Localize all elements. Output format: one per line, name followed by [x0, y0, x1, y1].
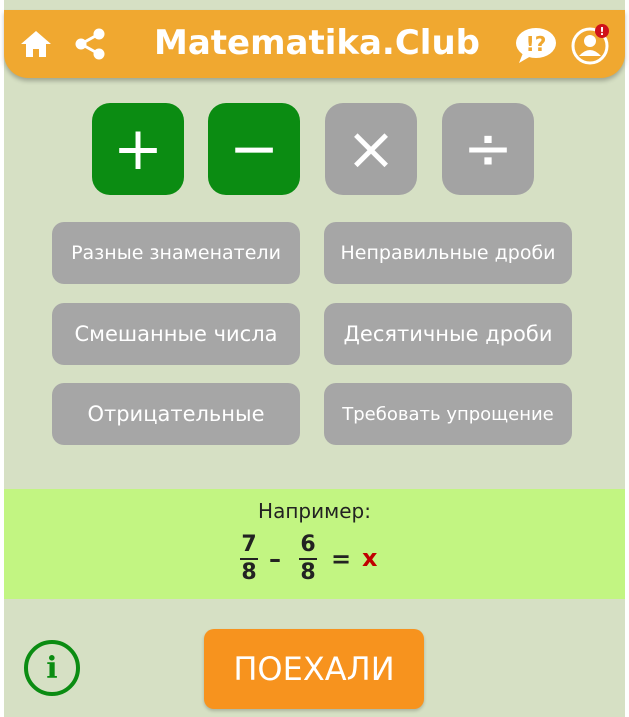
minus-operation-button[interactable]: −	[208, 103, 300, 195]
home-icon[interactable]	[18, 28, 54, 60]
notification-badge: !	[599, 25, 604, 38]
divide-operation-button[interactable]: ÷	[442, 103, 534, 195]
fraction-1-numerator: 7	[241, 532, 257, 557]
header-bar: Matematika.Club !? !	[4, 10, 625, 78]
svg-text:!?: !?	[526, 32, 547, 56]
app-title[interactable]: Matematika.Club	[154, 23, 480, 63]
option-different-denominators[interactable]: Разные знаменатели	[52, 222, 300, 284]
app-frame: Matematika.Club !? ! + − × ÷ Разные знам…	[4, 0, 625, 717]
option-negative[interactable]: Отрицательные	[52, 383, 300, 445]
option-mixed-numbers[interactable]: Смешанные числа	[52, 303, 300, 365]
example-fraction-2: 6 8	[299, 533, 317, 585]
fraction-1-denominator: 8	[241, 560, 257, 585]
fraction-2-denominator: 8	[300, 560, 316, 585]
example-fraction-1: 7 8	[240, 533, 258, 585]
minus-icon: −	[228, 114, 280, 184]
start-button[interactable]: ПОЕХАЛИ	[204, 629, 424, 709]
multiply-operation-button[interactable]: ×	[325, 103, 417, 195]
plus-icon: +	[112, 114, 164, 184]
share-icon[interactable]	[70, 26, 110, 62]
plus-operation-button[interactable]: +	[92, 103, 184, 195]
option-decimal-fractions[interactable]: Десятичные дроби	[324, 303, 572, 365]
help-icon[interactable]: !?	[512, 24, 560, 66]
divide-icon: ÷	[462, 114, 514, 184]
example-panel: Например: 7 8 – 6 8 = x	[4, 489, 625, 599]
fraction-2-numerator: 6	[300, 532, 316, 557]
info-icon[interactable]: i	[24, 640, 80, 696]
multiply-icon: ×	[345, 114, 397, 184]
option-improper-fractions[interactable]: Неправильные дроби	[324, 222, 572, 284]
example-operator: –	[269, 545, 281, 573]
profile-icon[interactable]: !	[570, 22, 614, 66]
example-answer: x	[362, 544, 378, 572]
example-title: Например:	[258, 499, 371, 523]
option-require-simplification[interactable]: Требовать упрощение	[324, 383, 572, 445]
example-equals: =	[331, 545, 352, 573]
